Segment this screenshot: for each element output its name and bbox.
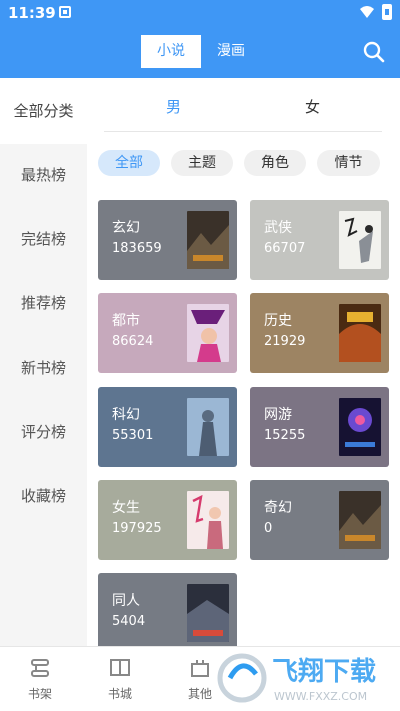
app-header: 11:39 小说 漫画 — [0, 0, 400, 78]
svg-text:WWW.FXXZ.COM: WWW.FXXZ.COM — [274, 690, 367, 703]
book-cover-image — [187, 211, 229, 269]
category-name: 武侠 — [264, 220, 292, 236]
nav-bookshelf[interactable]: 书架 — [10, 657, 70, 702]
chip-role[interactable]: 角色 — [244, 150, 306, 176]
category-name: 网游 — [264, 407, 292, 423]
sidebar-item-new[interactable]: 新书榜 — [0, 353, 87, 383]
sidebar-item-rating[interactable]: 评分榜 — [0, 417, 87, 447]
chip-plot[interactable]: 情节 — [317, 150, 380, 176]
category-card-nvsheng[interactable]: 女生 197925 — [98, 480, 237, 560]
category-count: 21929 — [264, 334, 306, 349]
category-card-wuxia[interactable]: 武侠 66707 — [250, 200, 389, 280]
category-name: 科幻 — [112, 407, 140, 423]
search-icon[interactable] — [363, 41, 385, 63]
nav-label: 书城 — [107, 687, 132, 701]
category-count: 66707 — [264, 241, 306, 256]
bookshelf-icon — [31, 659, 49, 677]
category-card-lishi[interactable]: 历史 21929 — [250, 293, 389, 373]
book-cover-image — [339, 211, 381, 269]
status-time: 11:39 — [8, 4, 56, 22]
book-cover-image — [339, 398, 381, 456]
category-card-tongren[interactable]: 同人 5404 — [98, 573, 237, 653]
gender-divider — [104, 131, 382, 132]
category-name: 同人 — [112, 593, 140, 609]
wifi-icon — [360, 6, 374, 18]
category-card-wangyou[interactable]: 网游 15255 — [250, 387, 389, 467]
other-icon — [191, 660, 209, 677]
nav-label: 书架 — [27, 687, 52, 701]
book-cover-image — [339, 491, 381, 549]
category-card-xuanhuan[interactable]: 玄幻 183659 — [98, 200, 237, 280]
category-name: 玄幻 — [112, 220, 140, 236]
category-sidebar: 全部分类 最热榜 完结榜 推荐榜 新书榜 评分榜 收藏榜 — [0, 78, 87, 646]
tab-female[interactable]: 女 — [305, 96, 320, 117]
category-count: 86624 — [112, 334, 154, 349]
notification-icon — [59, 6, 71, 18]
sidebar-item-all[interactable]: 全部分类 — [0, 78, 87, 144]
chip-theme[interactable]: 主题 — [171, 150, 233, 176]
category-card-kehuan[interactable]: 科幻 55301 — [98, 387, 237, 467]
battery-icon — [382, 4, 392, 20]
svg-text:飞翔下载: 飞翔下载 — [272, 657, 376, 687]
tab-comic[interactable]: 漫画 — [201, 35, 261, 68]
sidebar-item-favorites[interactable]: 收藏榜 — [0, 481, 87, 511]
tab-novel[interactable]: 小说 — [141, 35, 201, 68]
category-name: 历史 — [264, 313, 292, 329]
watermark-logo: 飞翔下载 WWW.FXXZ.COM — [217, 653, 376, 703]
category-name: 都市 — [112, 313, 140, 329]
category-name: 奇幻 — [264, 500, 292, 516]
category-card-qihuan[interactable]: 奇幻 0 — [250, 480, 389, 560]
sidebar-item-hot[interactable]: 最热榜 — [0, 160, 87, 190]
category-card-dushi[interactable]: 都市 86624 — [98, 293, 237, 373]
book-cover-image — [187, 304, 229, 362]
book-cover-image — [187, 584, 229, 642]
tab-male[interactable]: 男 — [166, 96, 181, 117]
book-cover-image — [187, 491, 229, 549]
category-count: 183659 — [112, 241, 162, 256]
nav-bookstore[interactable]: 书城 — [90, 657, 150, 702]
category-name: 女生 — [112, 500, 140, 516]
category-count: 15255 — [264, 428, 306, 443]
book-cover-image — [187, 398, 229, 456]
book-cover-image — [339, 304, 381, 362]
sidebar-item-finished[interactable]: 完结榜 — [0, 224, 87, 254]
sidebar-item-recommended[interactable]: 推荐榜 — [0, 288, 87, 318]
category-count: 197925 — [112, 521, 162, 536]
book-icon — [110, 659, 130, 676]
category-count: 55301 — [112, 428, 154, 443]
category-count: 5404 — [112, 614, 146, 629]
chip-all[interactable]: 全部 — [98, 150, 160, 176]
category-count: 0 — [264, 521, 273, 536]
